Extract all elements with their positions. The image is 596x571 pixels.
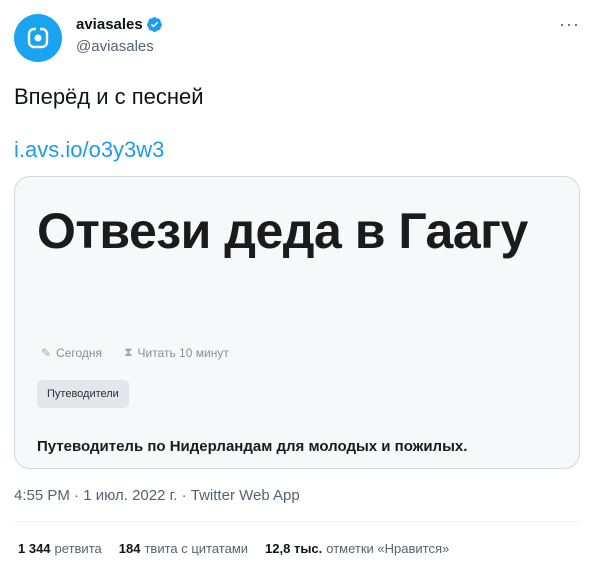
quotes-label: твита с цитатами — [144, 541, 249, 556]
author-display-name[interactable]: aviasales — [76, 16, 143, 33]
retweets-stat[interactable]: 1 344 ретвита — [18, 541, 102, 556]
card-meta-date: Сегодня — [56, 345, 103, 360]
likes-stat[interactable]: 12,8 тыс. отметки «Нравится» — [265, 541, 449, 556]
author-handle[interactable]: @aviasales — [76, 38, 154, 55]
plane-logo-icon — [27, 27, 49, 49]
hourglass-icon: ⧗ — [124, 345, 133, 359]
card-description: Путеводитель по Нидерландам для молодых … — [37, 438, 468, 455]
link-preview-card[interactable]: Отвези деда в Гаагу ✎ Сегодня ⧗ Читать 1… — [14, 176, 580, 469]
card-title: Отвези деда в Гаагу — [37, 203, 528, 259]
likes-count: 12,8 тыс. — [265, 541, 323, 556]
tweet-text: Вперёд и с песней — [14, 84, 204, 109]
card-tag: Путеводители — [37, 380, 129, 408]
likes-label: отметки «Нравится» — [326, 541, 450, 556]
more-options-icon[interactable]: ··· — [559, 14, 580, 35]
retweets-count: 1 344 — [18, 541, 51, 556]
retweets-label: ретвита — [54, 541, 102, 556]
card-meta-read-time: Читать 10 минут — [137, 345, 229, 360]
avatar[interactable] — [14, 14, 62, 62]
verified-badge-icon — [146, 17, 162, 32]
engagement-stats: 1 344 ретвита 184 твита с цитатами 12,8 ты… — [18, 541, 466, 556]
pencil-icon: ✎ — [41, 345, 52, 360]
tweet-timestamp[interactable]: 4:55 PM · 1 июл. 2022 г. · Twitter Web A… — [14, 487, 300, 504]
quotes-stat[interactable]: 184 твита с цитатами — [119, 541, 248, 556]
divider — [14, 521, 580, 522]
card-meta: ✎ Сегодня ⧗ Читать 10 минут — [41, 345, 251, 360]
tweet-link[interactable]: i.avs.io/o3y3w3 — [14, 137, 164, 163]
quotes-count: 184 — [118, 541, 141, 556]
author-name-row[interactable]: aviasales — [76, 16, 163, 33]
